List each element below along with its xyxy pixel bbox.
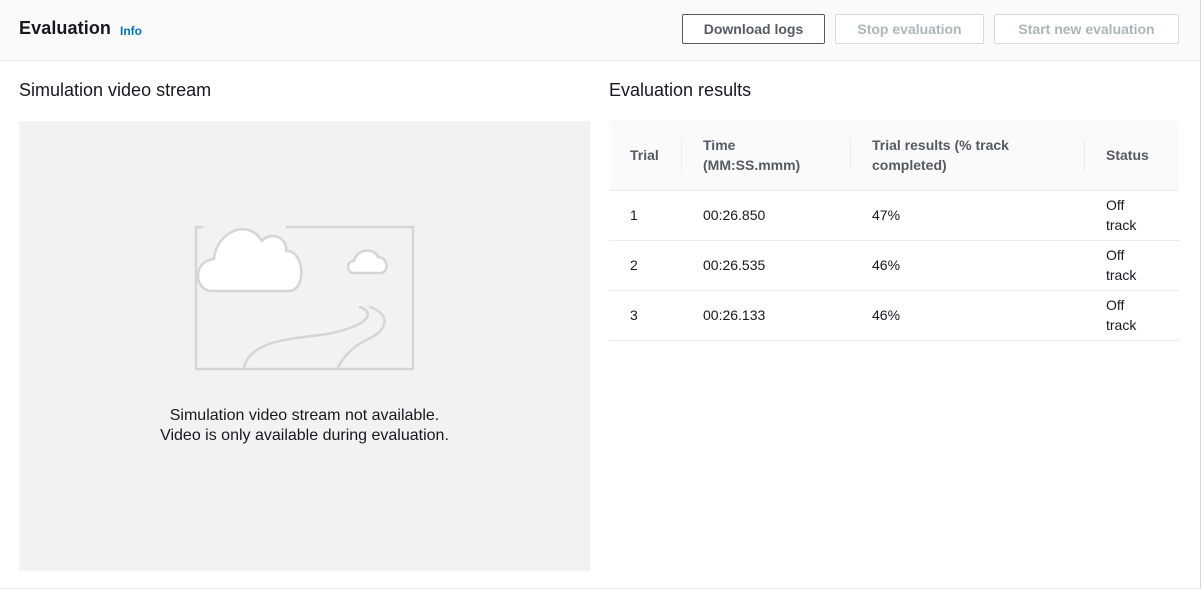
results-section-title: Evaluation results bbox=[609, 80, 752, 100]
video-availability-note: Video is only available during evaluatio… bbox=[160, 427, 449, 444]
column-header-trial: Trial bbox=[609, 121, 682, 190]
download-logs-button[interactable]: Download logs bbox=[682, 14, 825, 44]
status-text: Off track bbox=[1106, 297, 1137, 333]
cell-status: Off track bbox=[1085, 290, 1179, 340]
table-row: 1 00:26.850 47% Off track bbox=[609, 190, 1179, 240]
image-placeholder-icon bbox=[194, 225, 415, 371]
panel-header: Evaluation Info Download logs Stop evalu… bbox=[0, 0, 1200, 61]
table-row: 3 00:26.133 46% Off track bbox=[609, 290, 1179, 340]
table-header-row: Trial Time (MM:SS.mmm) Trial results (% … bbox=[609, 121, 1179, 190]
cell-time: 00:26.850 bbox=[703, 207, 766, 223]
start-new-evaluation-button[interactable]: Start new evaluation bbox=[994, 14, 1179, 44]
evaluation-results-table: Trial Time (MM:SS.mmm) Trial results (% … bbox=[609, 121, 1179, 341]
cell-result: 47% bbox=[872, 207, 901, 223]
stop-evaluation-button[interactable]: Stop evaluation bbox=[835, 14, 984, 44]
cell-result: 46% bbox=[872, 307, 901, 323]
column-header-trial-results: Trial results (% track completed) bbox=[851, 121, 1085, 190]
table-row: 2 00:26.535 46% Off track bbox=[609, 240, 1179, 290]
column-header-time: Time (MM:SS.mmm) bbox=[682, 121, 851, 190]
cell-time: 00:26.133 bbox=[703, 307, 766, 323]
cell-status: Off track bbox=[1085, 190, 1179, 240]
page-title: Evaluation bbox=[19, 18, 112, 38]
cell-status: Off track bbox=[1085, 240, 1179, 290]
status-text: Off track bbox=[1106, 197, 1137, 233]
video-section-title: Simulation video stream bbox=[19, 80, 212, 100]
cell-time: 00:26.535 bbox=[703, 257, 766, 273]
cell-trial: 1 bbox=[630, 207, 638, 223]
evaluation-panel: Evaluation Info Download logs Stop evalu… bbox=[0, 0, 1201, 589]
video-stream-placeholder: Simulation video stream not available. V… bbox=[19, 121, 590, 571]
cell-trial: 3 bbox=[630, 307, 638, 323]
info-link[interactable]: Info bbox=[120, 24, 142, 38]
video-unavailable-message: Simulation video stream not available. bbox=[169, 407, 440, 424]
cell-result: 46% bbox=[872, 257, 901, 273]
column-header-status: Status bbox=[1106, 147, 1149, 164]
cell-trial: 2 bbox=[630, 257, 638, 273]
status-text: Off track bbox=[1106, 247, 1137, 283]
